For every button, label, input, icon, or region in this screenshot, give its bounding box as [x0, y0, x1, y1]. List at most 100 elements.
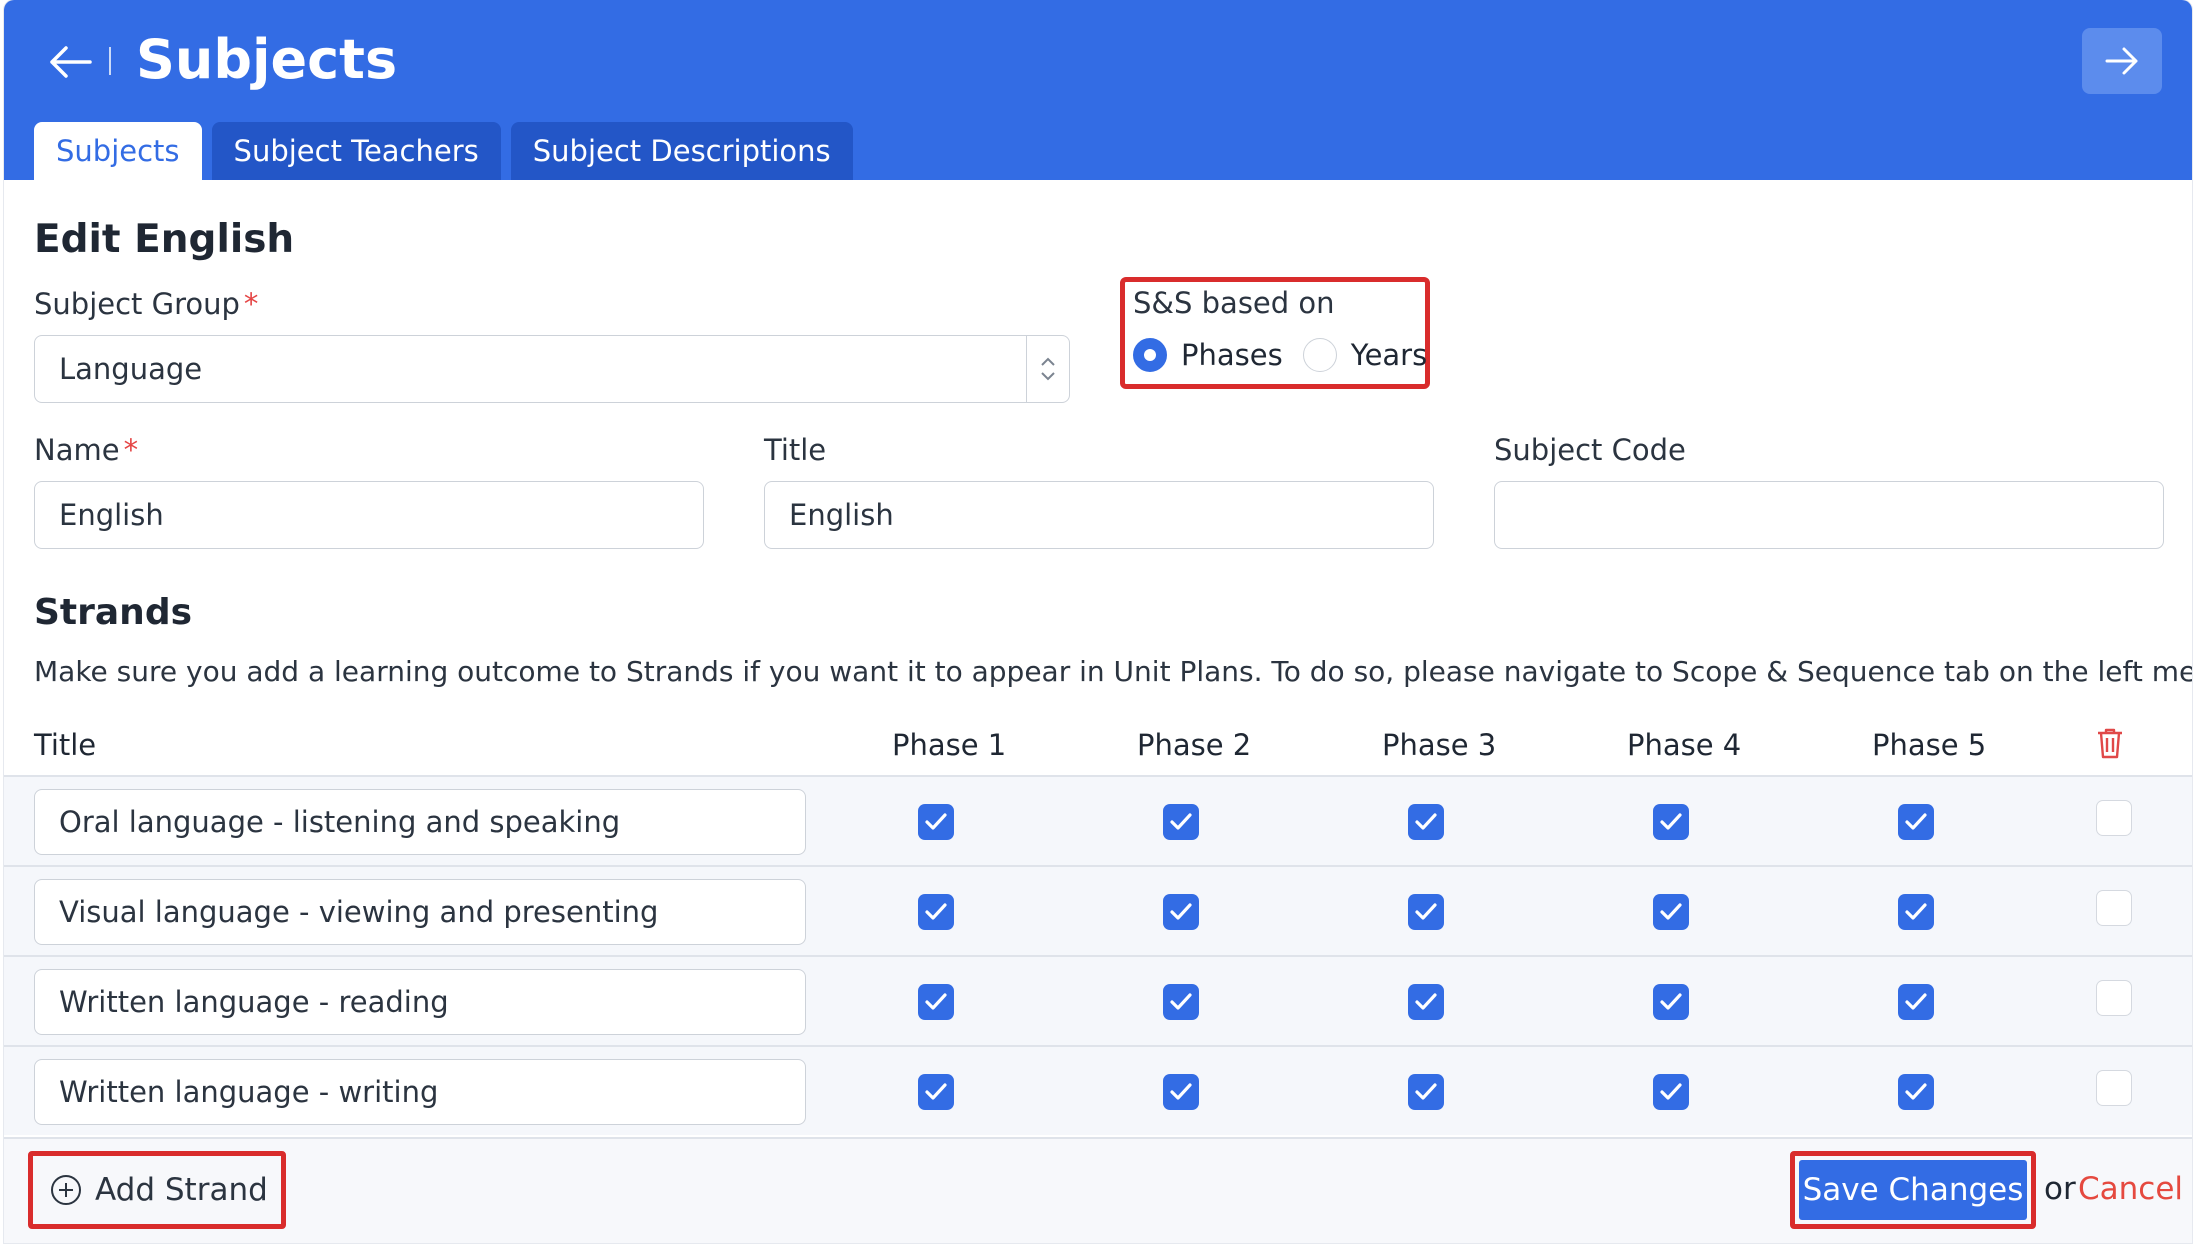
check-icon	[1660, 1083, 1682, 1100]
strand-1-phase-3-checkbox[interactable]	[1408, 804, 1444, 840]
check-icon	[1905, 993, 1927, 1010]
check-icon	[925, 1083, 947, 1100]
strand-2-phase-2-checkbox[interactable]	[1163, 894, 1199, 930]
save-changes-highlight: Save Changes	[1790, 1151, 2036, 1229]
column-phase-1: Phase 1	[892, 728, 1007, 762]
phases-radio[interactable]	[1133, 338, 1167, 372]
edit-subject-form: Edit English Subject Group * Language S&S…	[4, 180, 2192, 1243]
column-phase-5: Phase 5	[1872, 728, 1987, 762]
header-bar: Subjects Subjects Subject Teachers Subje…	[4, 0, 2192, 180]
check-icon	[1415, 1083, 1437, 1100]
header-divider	[109, 47, 111, 75]
strands-heading: Strands	[34, 592, 193, 633]
subject-code-label: Subject Code	[1494, 433, 1686, 467]
strand-1-phase-1-checkbox[interactable]	[918, 804, 954, 840]
subject-group-label: Subject Group *	[34, 287, 259, 321]
tab-bar: Subjects Subject Teachers Subject Descri…	[34, 122, 853, 180]
check-icon	[1905, 813, 1927, 830]
save-changes-button[interactable]: Save Changes	[1799, 1160, 2027, 1220]
strand-2-delete-checkbox[interactable]	[2096, 890, 2132, 926]
check-icon	[1170, 903, 1192, 920]
add-strand-highlight: Add Strand	[28, 1151, 286, 1229]
strand-1-phase-5-checkbox[interactable]	[1898, 804, 1934, 840]
select-arrows-icon	[1026, 336, 1069, 402]
check-icon	[1170, 993, 1192, 1010]
strand-4-phase-5-checkbox[interactable]	[1898, 1074, 1934, 1110]
column-title: Title	[34, 728, 97, 762]
arrow-right-icon	[2105, 47, 2138, 75]
check-icon	[925, 813, 947, 830]
ss-based-on-label: S&S based on	[1133, 286, 1335, 320]
check-icon	[1660, 903, 1682, 920]
strand-1-delete-checkbox[interactable]	[2096, 800, 2132, 836]
tab-subject-descriptions[interactable]: Subject Descriptions	[510, 122, 853, 180]
years-radio[interactable]	[1302, 338, 1337, 372]
forward-button[interactable]	[2082, 28, 2162, 94]
strand-4-phase-3-checkbox[interactable]	[1408, 1074, 1444, 1110]
trash-icon	[2098, 728, 2122, 759]
title-label: Title	[764, 433, 827, 467]
strand-3-phase-3-checkbox[interactable]	[1408, 984, 1444, 1020]
form-footer: Add Strand Save Changes or Cancel	[4, 1137, 2192, 1243]
strand-row: Oral language - listening and speaking	[4, 775, 2192, 865]
strand-2-phase-4-checkbox[interactable]	[1653, 894, 1689, 930]
strand-1-phase-2-checkbox[interactable]	[1163, 804, 1199, 840]
strand-4-delete-checkbox[interactable]	[2096, 1070, 2132, 1106]
strand-2-phase-1-checkbox[interactable]	[918, 894, 954, 930]
phases-radio-label[interactable]: Phases	[1181, 338, 1283, 372]
column-phase-3: Phase 3	[1382, 728, 1497, 762]
column-phase-2: Phase 2	[1137, 728, 1252, 762]
check-icon	[1415, 903, 1437, 920]
strand-3-phase-2-checkbox[interactable]	[1163, 984, 1199, 1020]
strand-1-phase-4-checkbox[interactable]	[1653, 804, 1689, 840]
column-phase-4: Phase 4	[1627, 728, 1742, 762]
check-icon	[1170, 1083, 1192, 1100]
name-input[interactable]: English	[34, 481, 704, 549]
strand-3-phase-1-checkbox[interactable]	[918, 984, 954, 1020]
add-strand-button[interactable]: Add Strand	[41, 1160, 278, 1220]
add-strand-label: Add Strand	[95, 1172, 268, 1208]
tab-subjects[interactable]: Subjects	[34, 122, 202, 180]
strand-4-phase-2-checkbox[interactable]	[1163, 1074, 1199, 1110]
page-title: Subjects	[136, 28, 398, 91]
title-input[interactable]: English	[764, 481, 1434, 549]
strand-4-phase-4-checkbox[interactable]	[1653, 1074, 1689, 1110]
subjects-panel: Subjects Subjects Subject Teachers Subje…	[4, 0, 2192, 1243]
check-icon	[925, 903, 947, 920]
check-icon	[1415, 993, 1437, 1010]
ss-based-on-options: Phases Years	[1133, 338, 1427, 372]
strand-row: Written language - reading	[4, 955, 2192, 1045]
strand-3-phase-5-checkbox[interactable]	[1898, 984, 1934, 1020]
check-icon	[1660, 813, 1682, 830]
back-button[interactable]	[40, 32, 100, 92]
years-radio-label[interactable]: Years	[1351, 338, 1428, 372]
strand-3-phase-4-checkbox[interactable]	[1653, 984, 1689, 1020]
strand-2-phase-5-checkbox[interactable]	[1898, 894, 1934, 930]
check-icon	[1905, 1083, 1927, 1100]
arrow-left-icon	[50, 46, 92, 78]
check-icon	[1170, 813, 1192, 830]
strand-4-phase-1-checkbox[interactable]	[918, 1074, 954, 1110]
strand-title-input[interactable]: Visual language - viewing and presenting	[34, 879, 806, 945]
tab-subject-teachers[interactable]: Subject Teachers	[211, 122, 501, 180]
name-label: Name *	[34, 433, 139, 467]
plus-circle-icon	[51, 1175, 81, 1205]
subject-group-select[interactable]: Language	[34, 335, 1070, 403]
ss-based-on-group: S&S based on Phases Years	[1120, 277, 1430, 389]
check-icon	[925, 993, 947, 1010]
or-text: or	[2044, 1171, 2076, 1207]
strand-2-phase-3-checkbox[interactable]	[1408, 894, 1444, 930]
strand-title-input[interactable]: Written language - writing	[34, 1059, 806, 1125]
strand-row: Written language - writing	[4, 1045, 2192, 1135]
strands-note: Make sure you add a learning outcome to …	[34, 655, 2192, 688]
strand-3-delete-checkbox[interactable]	[2096, 980, 2132, 1016]
subject-group-value: Language	[59, 352, 203, 386]
strand-title-input[interactable]: Oral language - listening and speaking	[34, 789, 806, 855]
cancel-link[interactable]: Cancel	[2078, 1171, 2183, 1207]
form-heading: Edit English	[34, 217, 295, 262]
check-icon	[1905, 903, 1927, 920]
subject-code-input[interactable]	[1494, 481, 2164, 549]
check-icon	[1415, 813, 1437, 830]
strand-row: Visual language - viewing and presenting	[4, 865, 2192, 955]
strand-title-input[interactable]: Written language - reading	[34, 969, 806, 1035]
